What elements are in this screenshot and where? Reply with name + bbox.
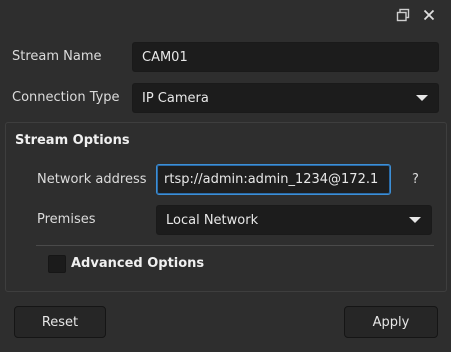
network-address-label: Network address	[37, 172, 147, 187]
network-address-value: rtsp://admin:admin_1234@172.1	[164, 172, 379, 187]
stream-name-value: CAM01	[142, 49, 188, 65]
chevron-down-icon	[409, 217, 421, 223]
stream-name-input[interactable]: CAM01	[132, 42, 439, 72]
help-icon[interactable]: ?	[412, 172, 419, 187]
network-address-input[interactable]: rtsp://admin:admin_1234@172.1	[156, 164, 391, 195]
stream-options-title: Stream Options	[15, 133, 130, 148]
stream-settings-dialog: Stream Name CAM01 Connection Type IP Cam…	[0, 0, 451, 352]
close-icon[interactable]	[419, 5, 439, 25]
float-window-icon[interactable]	[393, 5, 413, 25]
premises-label: Premises	[37, 212, 96, 227]
stream-name-label: Stream Name	[12, 49, 102, 64]
divider	[36, 245, 434, 246]
connection-type-value: IP Camera	[142, 90, 209, 106]
apply-button[interactable]: Apply	[344, 306, 438, 338]
reset-button[interactable]: Reset	[14, 306, 106, 338]
connection-type-select[interactable]: IP Camera	[132, 83, 439, 113]
advanced-options-label[interactable]: Advanced Options	[71, 256, 204, 271]
premises-select[interactable]: Local Network	[156, 205, 432, 235]
premises-value: Local Network	[166, 212, 259, 228]
chevron-down-icon	[416, 95, 428, 101]
advanced-options-checkbox[interactable]	[48, 255, 66, 273]
connection-type-label: Connection Type	[12, 90, 120, 105]
